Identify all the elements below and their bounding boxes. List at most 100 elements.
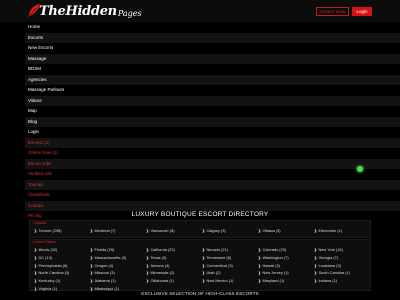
city-link[interactable]: ❯ Oregon (4) <box>90 263 146 269</box>
logo-main-text: TheHidden <box>39 3 117 19</box>
city-link[interactable]: ❯ Massachusetts (9) <box>90 255 146 261</box>
menu-item[interactable]: Escort Jobs <box>25 158 400 169</box>
city-link[interactable]: ❯ DC (13) <box>34 255 90 261</box>
city-link[interactable]: ❯ Texas (9) <box>146 255 202 261</box>
menu-item[interactable]: BDSM <box>25 64 400 75</box>
city-link[interactable]: ❯ Georgia (7) <box>314 255 370 261</box>
chevron-right-icon: ❯ <box>90 279 93 284</box>
city-link[interactable]: ❯ California (22) <box>146 247 202 253</box>
chevron-right-icon: ❯ <box>90 255 93 260</box>
menu-item[interactable]: Blog <box>25 116 400 127</box>
city-link[interactable]: ❯ Ottawa (3) <box>258 228 314 234</box>
city-link[interactable]: ❯ New Jersey (1) <box>258 270 314 276</box>
canada-city-list: ❯ Toronto (298) ❯ Montreal (7) ❯ Vancouver (8… <box>34 228 370 234</box>
menu-item[interactable]: Map <box>25 106 400 117</box>
menu-item[interactable]: Touring <box>25 179 400 190</box>
city-link[interactable]: ❯ Arizona (4) <box>146 263 202 269</box>
chevron-right-icon: ❯ <box>34 263 37 268</box>
city-link[interactable]: ❯ Montreal (7) <box>90 228 146 234</box>
city-link[interactable]: ❯ New York (16) <box>314 247 370 253</box>
chevron-right-icon: ❯ <box>146 271 149 276</box>
menu-item[interactable]: Contact <box>25 200 400 211</box>
city-link[interactable]: ❯ Oklahoma (1) <box>146 278 202 284</box>
city-link[interactable]: ❯ Utah (2) <box>202 270 258 276</box>
chevron-right-icon: ❯ <box>202 279 205 284</box>
usa-panel: United States ❯ Illinois (32) ❯ Florida (29… <box>29 239 371 291</box>
city-link[interactable]: ❯ Vancouver (8) <box>146 228 202 234</box>
chevron-right-icon: ❯ <box>34 248 37 252</box>
city-link[interactable]: ❯ Hawaii (3) <box>258 263 314 269</box>
city-link[interactable]: ❯ Illinois (32) <box>34 247 90 253</box>
city-link[interactable]: ❯ Calgary (3) <box>202 228 258 234</box>
city-link[interactable]: ❯ Missouri (3) <box>90 270 146 276</box>
city-label: North Carolina (3) <box>38 270 70 276</box>
chevron-right-icon: ❯ <box>202 255 205 260</box>
menu-item[interactable]: Login <box>25 127 400 138</box>
city-label: Florida (29) <box>94 247 115 252</box>
footer-title: EXCLUSIVE SELECTION OF HIGH-CLASS ESCORT… <box>141 291 259 296</box>
chevron-right-icon: ❯ <box>258 263 261 268</box>
city-link[interactable]: ❯ Kentucky (1) <box>34 278 90 284</box>
city-label: Hawaii (3) <box>262 262 280 268</box>
city-label: Maryland (1) <box>262 278 285 284</box>
city-label: Utah (2) <box>206 270 221 276</box>
city-label: New York (16) <box>318 247 343 252</box>
city-link[interactable]: ❯ Colorado (20) <box>258 247 314 253</box>
city-label: Texas (9) <box>150 254 167 260</box>
city-label: Georgia (7) <box>318 254 339 260</box>
city-link[interactable]: ❯ Minnesota (2) <box>146 270 202 276</box>
city-link[interactable]: ❯ Indiana (1) <box>314 278 370 284</box>
logo-tail-text: Pages <box>117 8 142 18</box>
city-label: Illinois (32) <box>38 247 58 252</box>
city-label: Missouri (3) <box>94 270 115 276</box>
main-menu: Home Escorts New Escorts Massage BDSM Agencie… <box>25 22 400 222</box>
login-button[interactable]: Login <box>352 7 372 16</box>
menu-item[interactable]: Escorts (1) <box>25 137 400 148</box>
chevron-right-icon: ❯ <box>314 229 317 233</box>
city-label: Alabama (1) <box>94 278 116 284</box>
city-link[interactable]: ❯ Connecticut (3) <box>202 263 258 269</box>
city-link[interactable]: ❯ Florida (29) <box>90 247 146 253</box>
city-link[interactable]: ❯ Toronto (298) <box>34 228 90 234</box>
city-link[interactable]: ❯ Maryland (1) <box>258 278 314 284</box>
menu-item[interactable]: Verified Ads <box>25 169 400 180</box>
chevron-right-icon: ❯ <box>258 255 261 260</box>
menu-item[interactable]: Home <box>25 22 400 33</box>
city-link[interactable]: ❯ Alabama (1) <box>90 278 146 284</box>
city-label: Montreal (7) <box>94 228 116 233</box>
city-link[interactable]: ❯ Louisiana (3) <box>314 263 370 269</box>
menu-item[interactable]: Videos <box>25 95 400 106</box>
chevron-right-icon: ❯ <box>146 255 149 260</box>
menu-item[interactable]: Escorts <box>25 32 400 43</box>
city-link[interactable]: ❯ Washington (7) <box>258 255 314 261</box>
city-link[interactable]: ❯ New Mexico (1) <box>202 278 258 284</box>
city-label: Pennsylvania (6) <box>38 262 68 268</box>
city-label: Massachusetts (9) <box>94 254 127 260</box>
city-link[interactable]: ❯ Pennsylvania (6) <box>34 263 90 269</box>
chevron-right-icon: ❯ <box>314 279 317 284</box>
city-label: Louisiana (3) <box>318 262 341 268</box>
city-link[interactable]: ❯ South Carolina (1) <box>314 270 370 276</box>
city-label: Oklahoma (1) <box>150 278 175 284</box>
site-logo[interactable]: TheHidden Pages <box>27 2 142 20</box>
chevron-right-icon: ❯ <box>34 279 37 284</box>
online-status-dot-icon <box>357 166 363 172</box>
chevron-right-icon: ❯ <box>146 263 149 268</box>
chevron-right-icon: ❯ <box>146 248 149 252</box>
city-link[interactable]: ❯ Nevada (21) <box>202 247 258 253</box>
menu-item[interactable]: Classifieds <box>25 190 400 201</box>
chevron-right-icon: ❯ <box>90 248 93 252</box>
city-link[interactable]: ❯ North Carolina (3) <box>34 270 90 276</box>
signup-button[interactable]: SIGNUP NOW <box>316 7 349 16</box>
menu-item[interactable]: New Escorts <box>25 43 400 54</box>
city-link[interactable]: ❯ Edmonton (1) <box>314 228 370 234</box>
menu-item[interactable]: Agencies <box>25 74 400 85</box>
chevron-right-icon: ❯ <box>34 271 37 276</box>
menu-item[interactable]: Massage Parlours <box>25 85 400 96</box>
menu-item[interactable]: Online Now (1) <box>25 148 400 159</box>
menu-item[interactable]: Massage <box>25 53 400 64</box>
city-label: California (22) <box>150 247 175 252</box>
chevron-right-icon: ❯ <box>314 255 317 260</box>
chevron-right-icon: ❯ <box>202 263 205 268</box>
city-link[interactable]: ❯ Tennessee (8) <box>202 255 258 261</box>
